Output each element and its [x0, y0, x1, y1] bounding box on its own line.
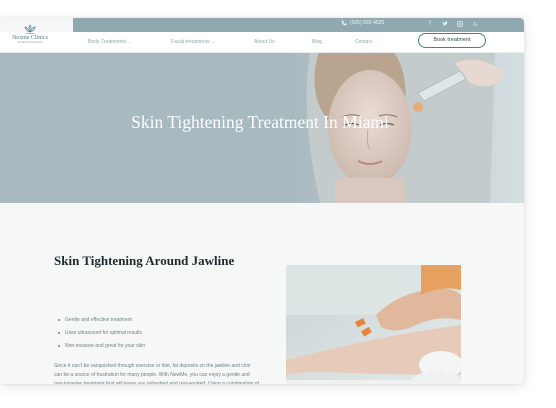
chevron-down-icon: ⌄ [211, 39, 215, 44]
logo-tagline: Aesthetic Excellence [17, 40, 43, 44]
clinic-logo[interactable]: Nexme Clinics Aesthetic Excellence [10, 24, 50, 52]
section-paragraph: Since it can't be vanquished through exe… [54, 363, 259, 384]
nav-label: Blog [312, 39, 323, 45]
list-item: Non-invasive and great for your skin [58, 340, 145, 353]
list-item: Gentle and effective treatment [58, 314, 145, 327]
hero-banner: Skin Tightening Treatment In Miami [0, 53, 524, 203]
book-treatment-button[interactable]: Book treatment [418, 33, 486, 48]
hero-title: Skin Tightening Treatment In Miami [131, 112, 389, 132]
nav-blog[interactable]: Blog [312, 39, 322, 45]
yelp-icon[interactable] [472, 21, 478, 28]
nav-label: About Us [254, 39, 275, 45]
section-heading: Skin Tightening Around Jawline [54, 253, 235, 268]
phone-icon [341, 20, 347, 26]
chevron-down-icon: ⌄ [128, 39, 132, 44]
list-item: Uses ultrasound for optimal results [58, 327, 145, 340]
lotus-logo-icon [24, 24, 36, 34]
browser-page: (505) 555-4525 f Nexme Clinics Aesthetic… [0, 18, 524, 384]
main-navbar: Nexme Clinics Aesthetic Excellence Body-… [0, 24, 524, 53]
nav-body-treatments[interactable]: Body-Treatments ⌄ [88, 39, 132, 45]
nav-about-us[interactable]: About Us [254, 39, 275, 45]
phone-link[interactable]: (505) 555-4525 [341, 20, 384, 26]
nav-label: Contact [355, 39, 373, 45]
facebook-icon[interactable]: f [427, 21, 433, 28]
nav-contact[interactable]: Contact [355, 39, 372, 45]
twitter-icon[interactable] [442, 21, 448, 28]
treatment-photo [286, 265, 461, 384]
phone-number: (505) 555-4525 [350, 20, 385, 26]
jawline-section: Skin Tightening Around Jawline Gentle an… [0, 203, 524, 384]
instagram-icon[interactable] [457, 21, 463, 28]
nav-facial-treatments[interactable]: Facial-treatments ⌄ [171, 39, 215, 45]
nav-label: Body-Treatments [88, 39, 127, 45]
benefit-list: Gentle and effective treatment Uses ultr… [58, 314, 145, 353]
top-bar: (505) 555-4525 f [73, 18, 524, 32]
social-links: f [427, 21, 478, 28]
nav-label: Facial-treatments [171, 39, 210, 45]
